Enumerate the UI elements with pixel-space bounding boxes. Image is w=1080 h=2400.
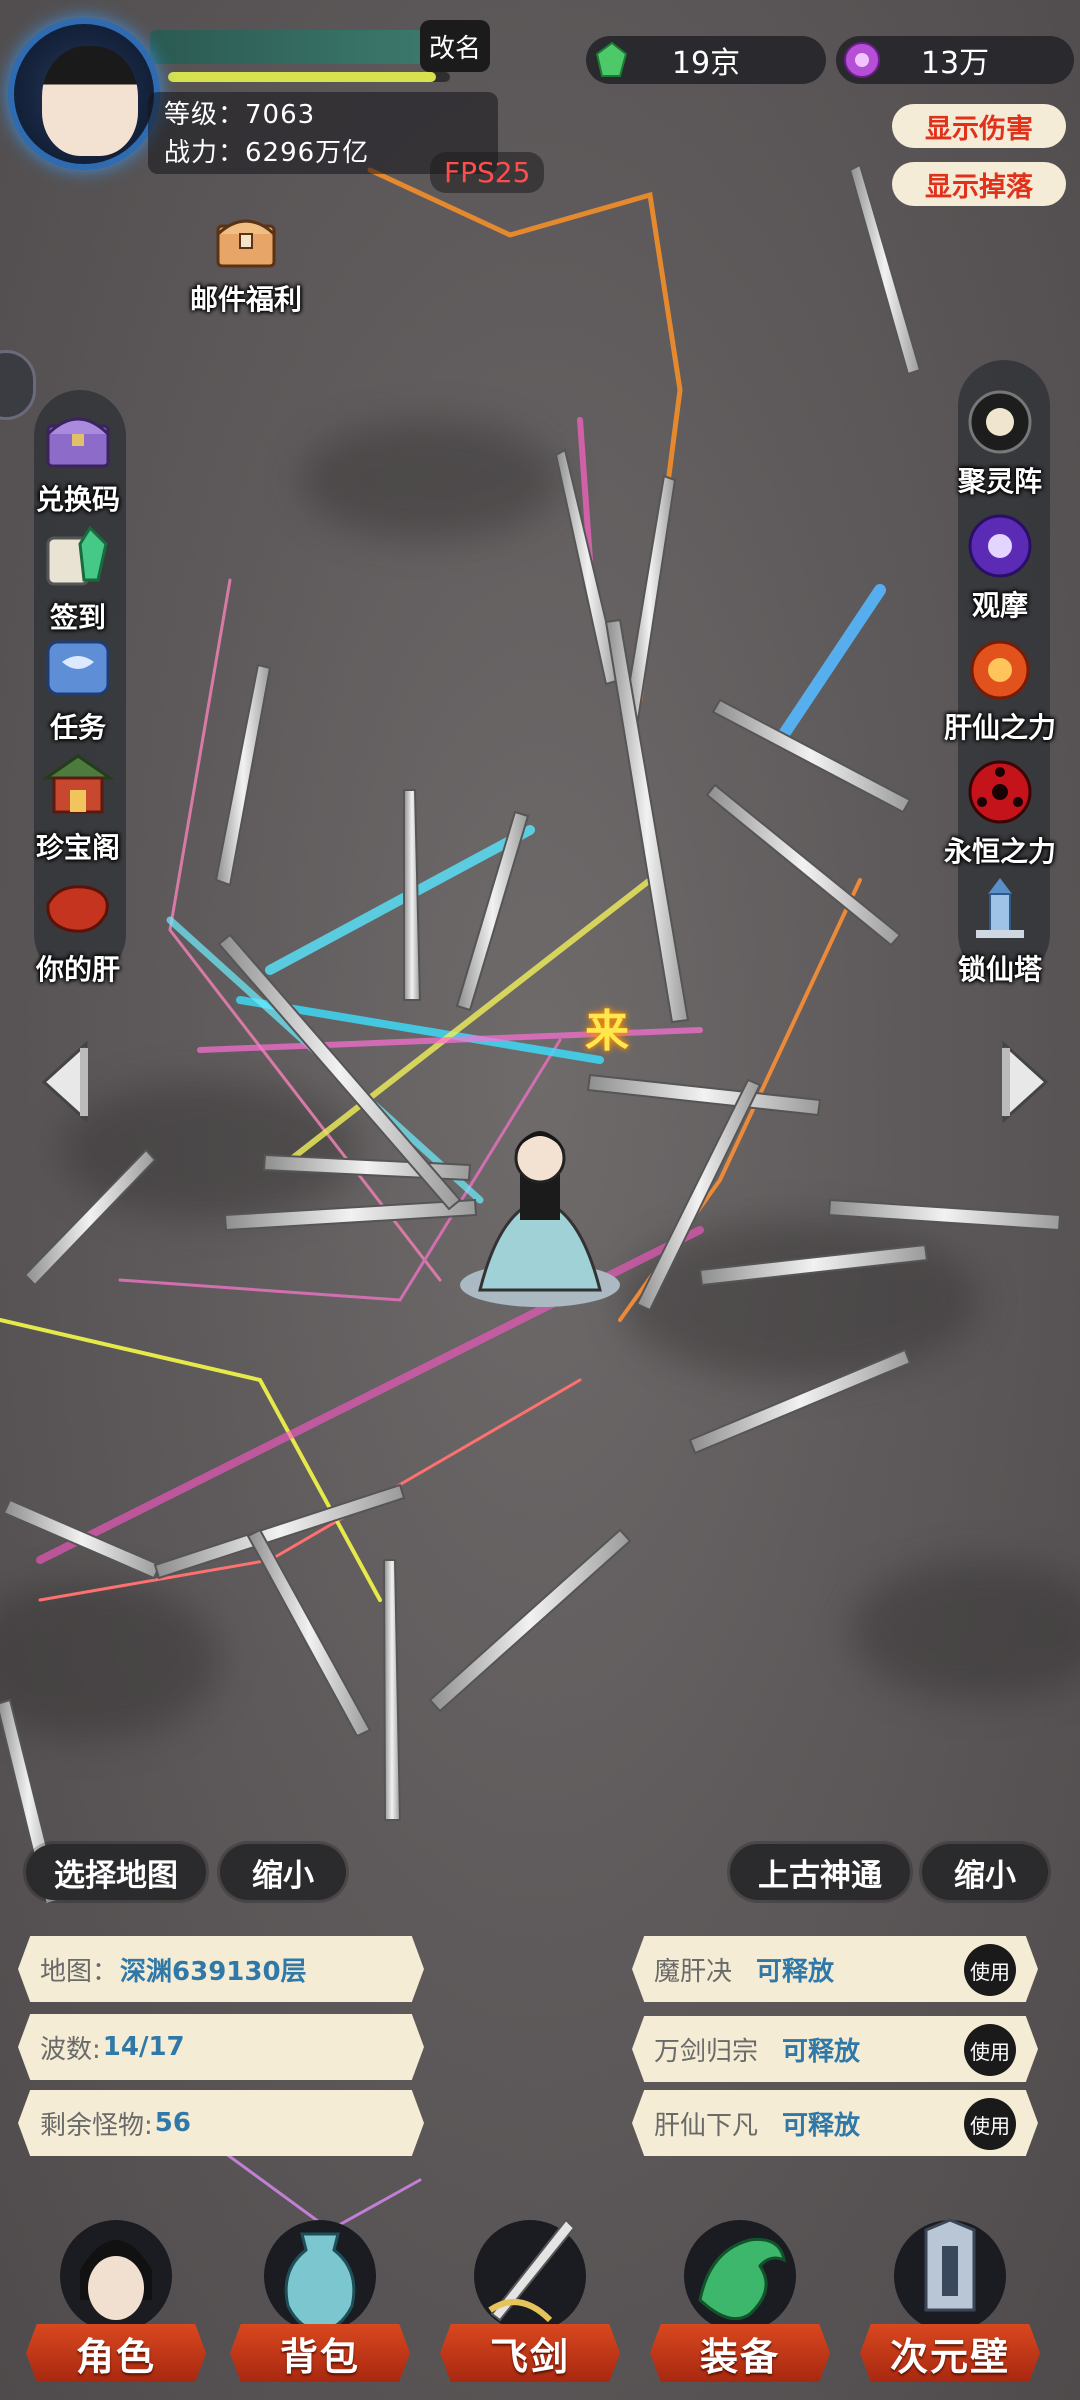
map-value: 深渊639130层 <box>120 1956 307 1987</box>
nav-label: 装备 <box>650 2324 830 2382</box>
dragon-equipment-icon <box>684 2220 796 2332</box>
nav-bag[interactable]: 背包 <box>230 2200 410 2400</box>
wave-label: 波数: <box>40 2034 101 2065</box>
skill-name: 魔肝决 <box>654 1956 733 1987</box>
jade-currency: 19京 <box>586 36 826 84</box>
nav-label: 飞剑 <box>440 2324 620 2382</box>
hero-character <box>460 1131 620 1307</box>
vase-bag-icon <box>264 2220 376 2332</box>
nav-label: 次元壁 <box>860 2324 1040 2382</box>
left-menu-label: 珍宝阁 <box>35 831 120 864</box>
skill-row: 魔肝决 可释放 使用 <box>632 1936 1038 2002</box>
rename-button[interactable]: 改名 <box>420 20 490 72</box>
nav-flying-sword[interactable]: 飞剑 <box>440 2200 620 2400</box>
monsters-info: 剩余怪物: 56 <box>18 2090 424 2156</box>
red-eye-icon <box>968 760 1032 824</box>
show-drops-button[interactable]: 显示掉落 <box>892 162 1066 206</box>
xp-fill <box>168 72 436 82</box>
skill-name: 万剑归宗 <box>654 2036 759 2067</box>
skill-use-button[interactable]: 使用 <box>964 1944 1016 1996</box>
fire-orb-icon <box>970 640 1030 700</box>
redeem-code-button[interactable]: 兑换码 <box>8 404 148 518</box>
skill-state: 可释放 <box>782 2110 861 2141</box>
spirit-array-icon <box>968 390 1032 454</box>
jade-amount: 19京 <box>671 46 741 81</box>
level-text: 等级：7063 <box>164 100 316 130</box>
liver-icon <box>46 885 109 933</box>
treasure-pavilion-button[interactable]: 珍宝阁 <box>8 752 148 866</box>
ancient-power-button[interactable]: 上古神通 <box>730 1844 910 1900</box>
orb-currency: 13万 <box>836 36 1074 84</box>
previous-arrow-button[interactable] <box>36 1038 96 1126</box>
scroll-crystal-icon <box>46 525 108 586</box>
nav-label: 背包 <box>230 2324 410 2382</box>
skill-use-button[interactable]: 使用 <box>964 2098 1016 2150</box>
right-menu-label: 聚灵阵 <box>957 465 1042 498</box>
quest-button[interactable]: 任务 <box>8 632 148 746</box>
skill-state: 可释放 <box>782 2036 861 2067</box>
observe-button[interactable]: 观摩 <box>930 510 1070 624</box>
skill-row: 肝仙下凡 可释放 使用 <box>632 2090 1038 2156</box>
shrink-left-button[interactable]: 缩小 <box>220 1844 346 1900</box>
nav-character[interactable]: 角色 <box>26 2200 206 2400</box>
treasure-chest-icon <box>46 417 110 468</box>
fps-counter: FPS25 <box>430 152 545 193</box>
skill-name: 肝仙下凡 <box>654 2110 759 2141</box>
sign-in-button[interactable]: 签到 <box>8 522 148 636</box>
show-damage-button[interactable]: 显示伤害 <box>892 104 1066 148</box>
avatar-face <box>42 46 138 156</box>
left-menu-label: 签到 <box>49 601 106 634</box>
nav-dimension-wall[interactable]: 次元壁 <box>860 2200 1040 2400</box>
wave-value: 14/17 <box>102 2032 185 2062</box>
skill-row: 万剑归宗 可释放 使用 <box>632 2016 1038 2082</box>
purple-orb-icon <box>844 42 880 78</box>
left-menu-label: 你的肝 <box>35 953 120 986</box>
nav-equipment[interactable]: 装备 <box>650 2200 830 2400</box>
eternal-power-button[interactable]: 永恒之力 <box>930 756 1070 870</box>
next-arrow-button[interactable] <box>994 1038 1054 1126</box>
avatar[interactable] <box>8 18 160 170</box>
dimension-wall-icon <box>894 2218 1006 2332</box>
shrink-right-button[interactable]: 缩小 <box>922 1844 1048 1900</box>
nav-label: 角色 <box>26 2324 206 2382</box>
map-info: 地图： 深渊639130层 <box>18 1936 424 2002</box>
left-menu-label: 任务 <box>49 711 106 744</box>
right-menu-label: 观摩 <box>971 589 1028 622</box>
character-icon <box>60 2220 172 2332</box>
right-menu-label: 永恒之力 <box>943 835 1056 868</box>
monsters-value: 56 <box>154 2108 191 2138</box>
liver-immortal-power-button[interactable]: 肝仙之力 <box>930 632 1070 746</box>
wave-info: 波数: 14/17 <box>18 2014 424 2080</box>
jade-icon <box>595 41 628 77</box>
treasure-chest-icon <box>216 219 276 268</box>
mail-rewards-label: 邮件福利 <box>189 283 302 316</box>
spirit-array-button[interactable]: 聚灵阵 <box>930 386 1070 500</box>
task-scroll-icon <box>46 640 110 696</box>
skill-use-button[interactable]: 使用 <box>964 2024 1016 2076</box>
purple-orb-icon <box>968 514 1032 578</box>
tower-icon <box>976 878 1024 938</box>
pavilion-icon <box>41 754 115 814</box>
monsters-label: 剩余怪物: <box>40 2110 153 2141</box>
map-label: 地图： <box>40 1956 119 1987</box>
right-menu-label: 锁仙塔 <box>957 953 1042 986</box>
your-liver-button[interactable]: 你的肝 <box>8 874 148 988</box>
orb-amount: 13万 <box>920 46 990 81</box>
skill-state: 可释放 <box>756 1956 835 1987</box>
lock-tower-button[interactable]: 锁仙塔 <box>930 874 1070 988</box>
flying-sword-icon <box>474 2218 586 2332</box>
right-menu-label: 肝仙之力 <box>943 711 1056 744</box>
mail-rewards-button[interactable]: 邮件福利 <box>176 204 316 318</box>
select-map-button[interactable]: 选择地图 <box>26 1844 206 1900</box>
xp-bar <box>168 72 450 82</box>
battle-text: 来 <box>585 1006 629 1057</box>
left-menu-label: 兑换码 <box>35 483 120 516</box>
